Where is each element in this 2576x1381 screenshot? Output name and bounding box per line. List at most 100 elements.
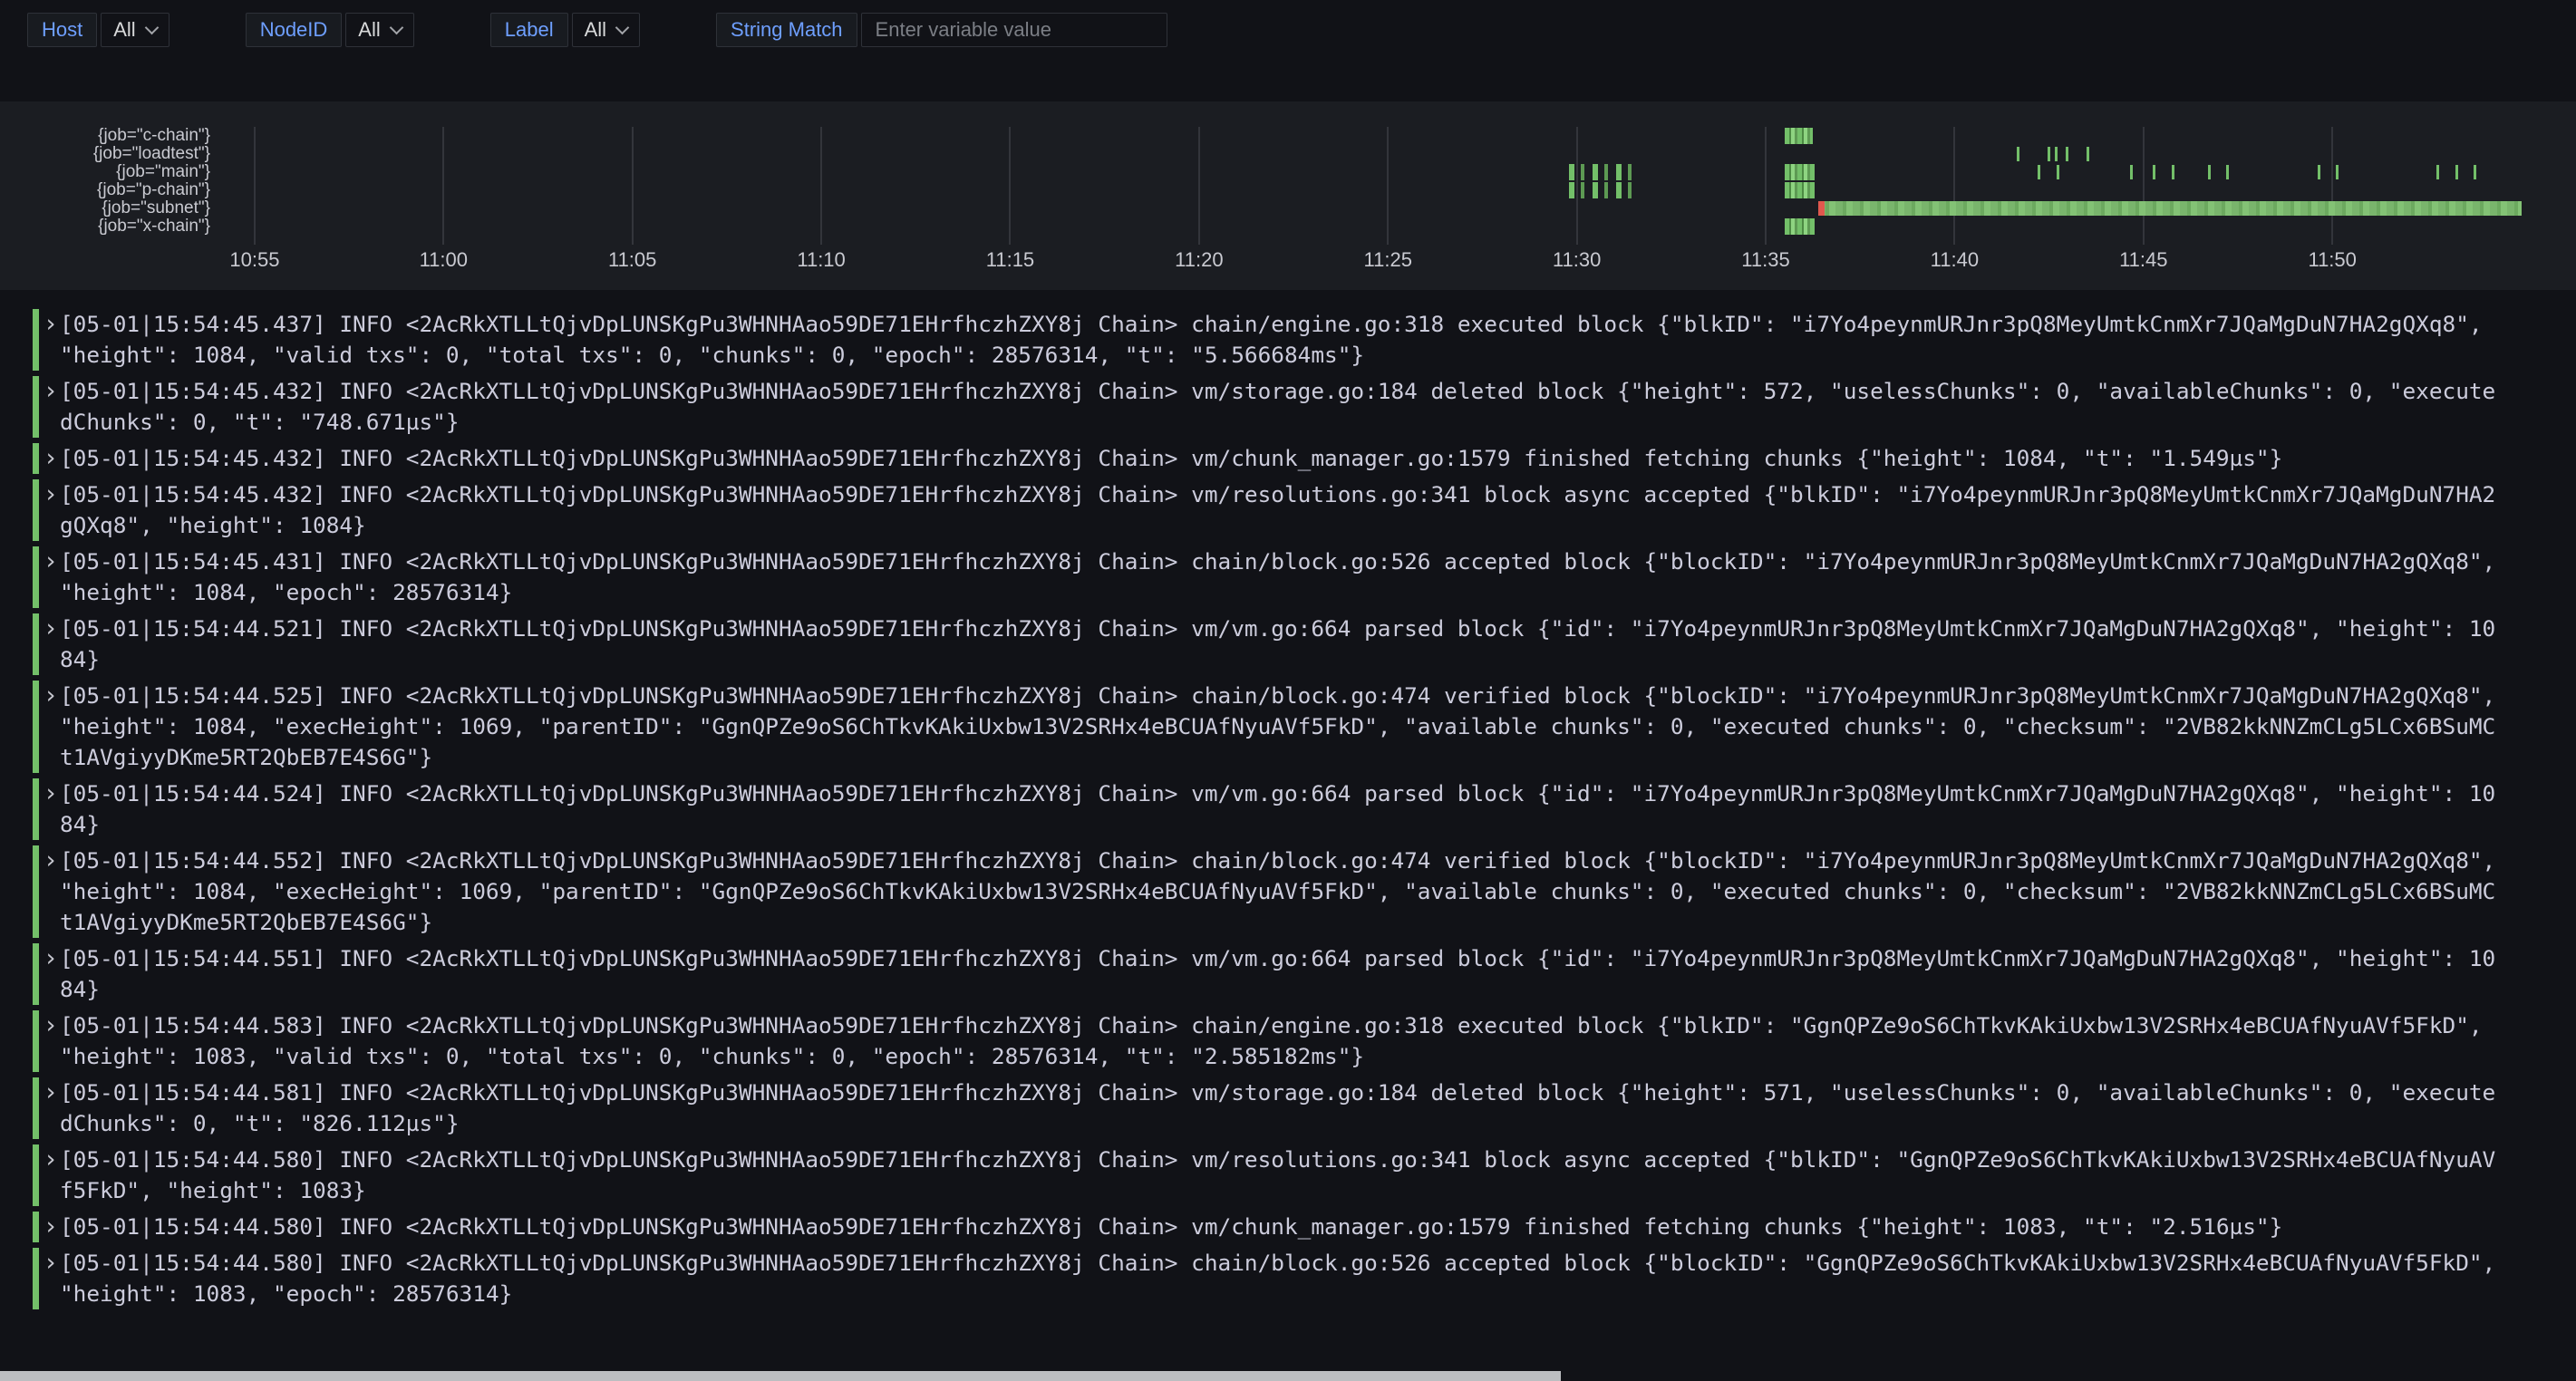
expand-chevron-icon[interactable]: › (42, 1248, 60, 1309)
expand-chevron-icon[interactable]: › (42, 1144, 60, 1206)
time-axis-label: 11:45 (2119, 248, 2167, 272)
time-axis-label: 11:05 (608, 248, 656, 272)
variable-value-label: All (585, 18, 606, 42)
variable-select-host[interactable]: All (101, 13, 169, 47)
event-segment-main (2038, 165, 2040, 179)
log-message: [05-01|15:54:44.525] INFO <2AcRkXTLLtQjv… (60, 681, 2498, 773)
log-row[interactable]: ›[05-01|15:54:44.524] INFO <2AcRkXTLLtQj… (33, 778, 2498, 840)
log-message: [05-01|15:54:45.432] INFO <2AcRkXTLLtQjv… (60, 443, 2498, 474)
variable-label-label: Label (490, 13, 568, 47)
expand-chevron-icon[interactable]: › (42, 845, 60, 938)
log-level-indicator (33, 309, 39, 371)
chevron-down-icon (144, 20, 159, 34)
log-row[interactable]: ›[05-01|15:54:44.552] INFO <2AcRkXTLLtQj… (33, 845, 2498, 938)
log-row[interactable]: ›[05-01|15:54:44.581] INFO <2AcRkXTLLtQj… (33, 1077, 2498, 1139)
time-axis-label: 11:25 (1364, 248, 1412, 272)
log-level-indicator (33, 546, 39, 608)
event-segment-c-chain (1785, 128, 1813, 144)
log-row[interactable]: ›[05-01|15:54:44.580] INFO <2AcRkXTLLtQj… (33, 1248, 2498, 1309)
event-segment-main (1785, 164, 1815, 180)
expand-chevron-icon[interactable]: › (42, 443, 60, 474)
variable-group-nodeid: NodeID All (246, 13, 414, 47)
grid-line (632, 127, 634, 245)
log-level-indicator (33, 376, 39, 438)
log-row[interactable]: ›[05-01|15:54:45.432] INFO <2AcRkXTLLtQj… (33, 443, 2498, 474)
event-segment-loadtest (2087, 147, 2089, 161)
log-level-indicator (33, 1010, 39, 1072)
event-segment-main (2208, 165, 2211, 179)
job-label: {job="c-chain"} (0, 127, 210, 145)
expand-chevron-icon[interactable]: › (42, 1212, 60, 1242)
string-match-input[interactable] (861, 13, 1167, 47)
expand-chevron-icon[interactable]: › (42, 309, 60, 371)
log-row[interactable]: ›[05-01|15:54:44.521] INFO <2AcRkXTLLtQj… (33, 613, 2498, 675)
event-segment-main (2057, 165, 2059, 179)
grid-line (2143, 127, 2145, 245)
log-level-indicator (33, 479, 39, 541)
log-volume-timeline-panel[interactable]: {job="c-chain"}{job="loadtest"}{job="mai… (0, 101, 2576, 290)
variable-group-string-match: String Match (716, 13, 1167, 47)
log-message: [05-01|15:54:44.580] INFO <2AcRkXTLLtQjv… (60, 1248, 2498, 1309)
expand-chevron-icon[interactable]: › (42, 943, 60, 1005)
log-level-indicator (33, 1248, 39, 1309)
log-row[interactable]: ›[05-01|15:54:44.580] INFO <2AcRkXTLLtQj… (33, 1212, 2498, 1242)
event-segment-x-chain (1785, 218, 1815, 235)
log-row[interactable]: ›[05-01|15:54:45.432] INFO <2AcRkXTLLtQj… (33, 376, 2498, 438)
log-message: [05-01|15:54:44.521] INFO <2AcRkXTLLtQjv… (60, 613, 2498, 675)
variable-label-string-match: String Match (716, 13, 857, 47)
horizontal-scrollbar-thumb[interactable] (0, 1371, 1561, 1381)
variable-select-label[interactable]: All (572, 13, 640, 47)
time-axis-label: 11:40 (1931, 248, 1979, 272)
variable-label-nodeid: NodeID (246, 13, 343, 47)
expand-chevron-icon[interactable]: › (42, 546, 60, 608)
event-segment-main (1569, 164, 1633, 180)
expand-chevron-icon[interactable]: › (42, 1010, 60, 1072)
log-row[interactable]: ›[05-01|15:54:45.437] INFO <2AcRkXTLLtQj… (33, 309, 2498, 371)
expand-chevron-icon[interactable]: › (42, 778, 60, 840)
event-segment-loadtest (2048, 147, 2050, 161)
grid-line (1009, 127, 1011, 245)
grid-line (2331, 127, 2333, 245)
variable-group-host: Host All (27, 13, 169, 47)
job-label: {job="subnet"} (0, 199, 210, 217)
expand-chevron-icon[interactable]: › (42, 1077, 60, 1139)
grid-line (820, 127, 822, 245)
variable-select-nodeid[interactable]: All (345, 13, 413, 47)
log-message: [05-01|15:54:44.580] INFO <2AcRkXTLLtQjv… (60, 1144, 2498, 1206)
log-row[interactable]: ›[05-01|15:54:44.551] INFO <2AcRkXTLLtQj… (33, 943, 2498, 1005)
log-message: [05-01|15:54:44.580] INFO <2AcRkXTLLtQjv… (60, 1212, 2498, 1242)
event-segment-subnet (1818, 201, 2521, 216)
expand-chevron-icon[interactable]: › (42, 479, 60, 541)
expand-chevron-icon[interactable]: › (42, 376, 60, 438)
expand-chevron-icon[interactable]: › (42, 681, 60, 773)
log-row[interactable]: ›[05-01|15:54:44.525] INFO <2AcRkXTLLtQj… (33, 681, 2498, 773)
grid-line (1198, 127, 1200, 245)
expand-chevron-icon[interactable]: › (42, 613, 60, 675)
log-message: [05-01|15:54:45.437] INFO <2AcRkXTLLtQjv… (60, 309, 2498, 371)
variables-toolbar: Host All NodeID All Label All String Mat… (27, 13, 1244, 47)
event-segment-subnet-error (1818, 201, 1824, 216)
time-axis-label: 11:35 (1741, 248, 1789, 272)
log-row[interactable]: ›[05-01|15:54:44.583] INFO <2AcRkXTLLtQj… (33, 1010, 2498, 1072)
time-axis-label: 11:20 (1175, 248, 1223, 272)
event-segment-loadtest (2066, 147, 2068, 161)
event-segment-main (2172, 165, 2174, 179)
log-message: [05-01|15:54:44.552] INFO <2AcRkXTLLtQjv… (60, 845, 2498, 938)
grid-line (442, 127, 444, 245)
job-label: {job="p-chain"} (0, 181, 210, 199)
variable-group-label: Label All (490, 13, 640, 47)
event-segment-main (2336, 165, 2339, 179)
grid-line (1953, 127, 1955, 245)
event-segment-loadtest (2017, 147, 2019, 161)
chevron-down-icon (389, 20, 403, 34)
log-row[interactable]: ›[05-01|15:54:44.580] INFO <2AcRkXTLLtQj… (33, 1144, 2498, 1206)
log-row[interactable]: ›[05-01|15:54:45.431] INFO <2AcRkXTLLtQj… (33, 546, 2498, 608)
event-segment-main (2130, 165, 2133, 179)
event-segment-p-chain (1785, 182, 1815, 198)
job-label: {job="loadtest"} (0, 145, 210, 163)
event-segment-p-chain (1569, 182, 1633, 198)
event-segment-main (2474, 165, 2476, 179)
grid-line (254, 127, 256, 245)
log-message: [05-01|15:54:44.581] INFO <2AcRkXTLLtQjv… (60, 1077, 2498, 1139)
log-row[interactable]: ›[05-01|15:54:45.432] INFO <2AcRkXTLLtQj… (33, 479, 2498, 541)
